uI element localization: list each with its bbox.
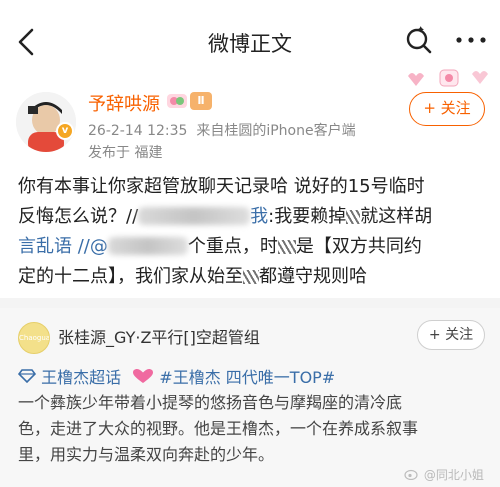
post-text: 你有本事让你家超管放聊天记录哈 说好的15号临时 — [18, 176, 425, 197]
post-time: 26-2-14 12:35 — [88, 123, 188, 139]
post-text: 反悔怎么说？// — [18, 206, 139, 227]
post-location: 发布于 福建 — [88, 145, 163, 161]
scribble-mark — [346, 210, 361, 224]
post-line-4: 定的十二点】，我们家从始至 都遵守规则哈 — [18, 262, 488, 292]
quoted-post-card[interactable]: Chaoguan 张桂源_GY·Z平行[]空超管组 + 关注 王橹杰超话 #王橹… — [0, 308, 500, 487]
post-line-1: 你有本事让你家超管放聊天记录哈 说好的15号临时 — [18, 172, 488, 202]
section-divider — [0, 298, 500, 308]
post-line-3: 言乱语 //@ 个重点，时 是【双方共同约 — [18, 232, 488, 262]
post-text: :我要赖掉 — [268, 206, 347, 227]
post-text: 都遵守规则哈 — [259, 266, 367, 287]
quoted-avatar[interactable]: Chaoguan — [18, 322, 50, 354]
scribble-mark — [243, 270, 259, 284]
fan-level-icon — [167, 94, 187, 108]
decoration-stickers-icon — [408, 69, 488, 87]
quoted-line: 一个彝族少年带着小提琴的悠扬音色与摩羯座的清冷底 — [18, 393, 403, 412]
quoted-username[interactable]: 张桂源_GY·Z平行[]空超管组 — [58, 324, 260, 348]
mention-link[interactable]: 言乱语 //@ — [18, 236, 108, 257]
quoted-follow-button[interactable]: + 关注 — [417, 320, 485, 350]
post-text: 是【双方共同约 — [295, 236, 422, 257]
search-icon[interactable] — [404, 26, 434, 56]
quoted-line: 里，用实力与温柔双向奔赴的少年。 — [18, 445, 275, 464]
post-source[interactable]: 桂圆的iPhone客户端 — [224, 123, 355, 139]
username[interactable]: 予辞哄源 — [88, 90, 160, 116]
redacted-area — [107, 237, 188, 255]
verified-badge: v — [56, 122, 74, 140]
post-text: 个重点，时 — [187, 236, 278, 257]
more-options-icon[interactable] — [453, 30, 489, 50]
scribble-mark — [277, 240, 296, 254]
follow-button[interactable]: + 关注 — [409, 92, 485, 126]
weibo-logo-icon — [404, 469, 418, 481]
post-body: 你有本事让你家超管放聊天记录哈 说好的15号临时 反悔怎么说？// 我:我要赖掉就… — [18, 172, 488, 292]
quoted-text: 一个彝族少年带着小提琴的悠扬音色与摩羯座的清冷底 色，走进了大众的视野。他是王橹… — [18, 390, 488, 468]
diamond-icon — [17, 369, 37, 384]
redacted-area — [138, 207, 251, 225]
post-meta: 26-2-14 12:35 来自桂圆的iPhone客户端 — [88, 120, 356, 140]
mention-link[interactable]: 我 — [250, 206, 268, 227]
watermark-text: @同北小姐 — [423, 468, 484, 482]
weibo-watermark: @同北小姐 — [404, 466, 484, 483]
quoted-line: 色，走进了大众的视野。他是王橹杰，一个在养成系叙事 — [18, 419, 419, 438]
post-text: 就这样胡 — [360, 206, 433, 227]
super-topic-link[interactable]: 王橹杰超话 — [41, 368, 121, 387]
topic-row: 王橹杰超话 #王橹杰 四代唯一TOP# — [17, 364, 335, 388]
member-badge: Ⅱ — [190, 92, 212, 110]
heart-icon — [133, 369, 154, 383]
hashtag-link[interactable]: #王橹杰 四代唯一TOP# — [159, 368, 335, 387]
source-prefix: 来自 — [196, 123, 225, 139]
post-text: 定的十二点】，我们家从始至 — [18, 266, 243, 287]
post-line-2: 反悔怎么说？// 我:我要赖掉 就这样胡 — [18, 202, 488, 232]
